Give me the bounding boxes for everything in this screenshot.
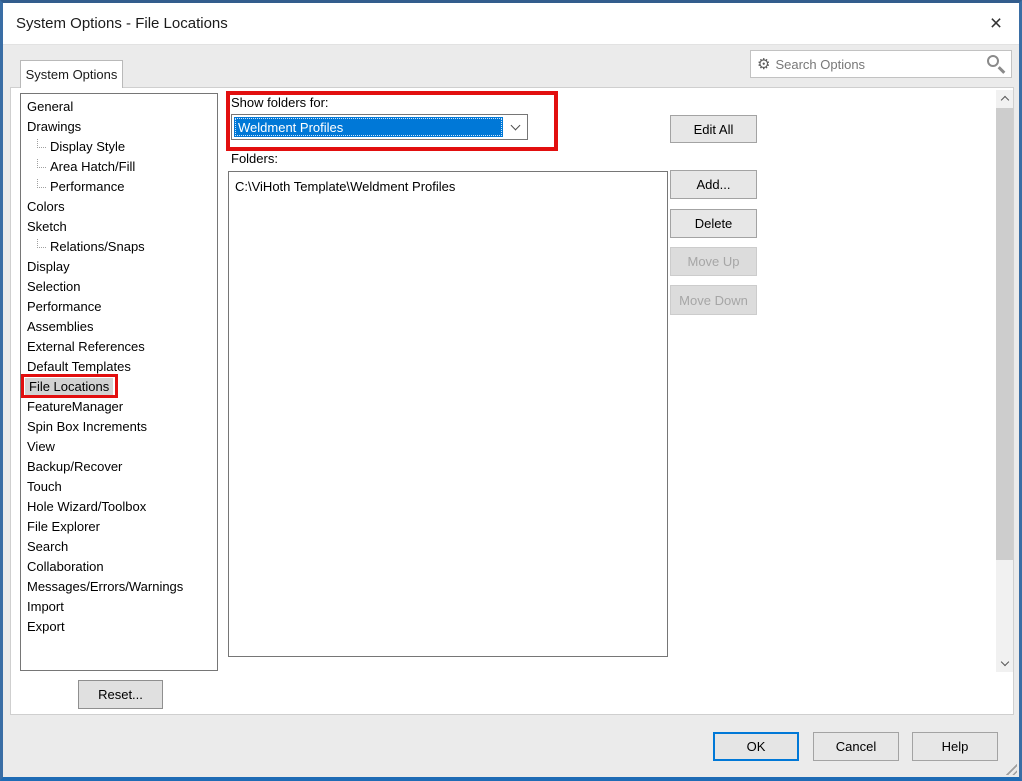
search-icon[interactable] <box>985 53 1007 75</box>
delete-button[interactable]: Delete <box>670 209 757 238</box>
vertical-scrollbar[interactable] <box>996 90 1013 672</box>
scroll-up-button[interactable] <box>996 90 1013 107</box>
move-up-button[interactable]: Move Up <box>670 247 757 276</box>
help-button[interactable]: Help <box>912 732 998 761</box>
cancel-button[interactable]: Cancel <box>813 732 899 761</box>
reset-button[interactable]: Reset... <box>78 680 163 709</box>
sidebar-item-general[interactable]: General <box>21 96 217 116</box>
resize-grip[interactable] <box>1003 761 1017 775</box>
sidebar-item-backup-recover[interactable]: Backup/Recover <box>21 456 217 476</box>
tab-system-options[interactable]: System Options <box>20 60 123 88</box>
sidebar-item-assemblies[interactable]: Assemblies <box>21 316 217 336</box>
folders-label: Folders: <box>231 151 278 166</box>
sidebar-item-collaboration[interactable]: Collaboration <box>21 556 217 576</box>
close-icon: × <box>989 12 1003 35</box>
sidebar-item-default-templates[interactable]: Default Templates <box>21 356 217 376</box>
scrollbar-thumb[interactable] <box>996 108 1013 560</box>
sidebar-item-import[interactable]: Import <box>21 596 217 616</box>
ok-button[interactable]: OK <box>713 732 799 761</box>
search-placeholder: Search Options <box>775 56 866 72</box>
sidebar-item-export[interactable]: Export <box>21 616 217 636</box>
sidebar-item-colors[interactable]: Colors <box>21 196 217 216</box>
gear-icon: ⚙ <box>757 55 771 73</box>
sidebar-item-view[interactable]: View <box>21 436 217 456</box>
add-button[interactable]: Add... <box>670 170 757 199</box>
title-bar: System Options - File Locations × <box>3 3 1019 45</box>
sidebar-item-area-hatch-fill[interactable]: Area Hatch/Fill <box>21 156 217 176</box>
scroll-down-button[interactable] <box>996 655 1013 672</box>
sidebar-item-sketch[interactable]: Sketch <box>21 216 217 236</box>
chevron-up-icon <box>1000 95 1009 105</box>
sidebar-item-external-references[interactable]: External References <box>21 336 217 356</box>
sidebar-item-touch[interactable]: Touch <box>21 476 217 496</box>
tree-line-icon <box>37 138 46 148</box>
move-down-button[interactable]: Move Down <box>670 285 757 315</box>
sidebar-item-relations-snaps[interactable]: Relations/Snaps <box>21 236 217 256</box>
search-input[interactable]: ⚙ Search Options <box>750 50 1012 78</box>
tab-label: System Options <box>25 67 118 82</box>
sidebar-item-featuremanager[interactable]: FeatureManager <box>21 396 217 416</box>
sidebar-item-performance[interactable]: Performance <box>21 176 217 196</box>
system-options-dialog: System Options - File Locations × ⚙ Sear… <box>0 0 1022 781</box>
dropdown-selected-value: Weldment Profiles <box>234 117 503 137</box>
sidebar-item-hole-wizard-toolbox[interactable]: Hole Wizard/Toolbox <box>21 496 217 516</box>
sidebar-item-display[interactable]: Display <box>21 256 217 276</box>
dropdown-arrow-button[interactable] <box>504 115 527 139</box>
show-folders-dropdown[interactable]: Weldment Profiles <box>231 114 528 140</box>
sidebar-item-file-locations[interactable]: File Locations <box>21 376 217 396</box>
close-button[interactable]: × <box>981 9 1011 39</box>
sidebar-item-selection[interactable]: Selection <box>21 276 217 296</box>
show-folders-label: Show folders for: <box>231 95 329 110</box>
chevron-down-icon <box>510 120 521 130</box>
sidebar-item-display-style[interactable]: Display Style <box>21 136 217 156</box>
sidebar-item-search[interactable]: Search <box>21 536 217 556</box>
sidebar-item-messages-errors-warnings[interactable]: Messages/Errors/Warnings <box>21 576 217 596</box>
sidebar-item-performance[interactable]: Performance <box>21 296 217 316</box>
sidebar-item-drawings[interactable]: Drawings <box>21 116 217 136</box>
dialog-title: System Options - File Locations <box>16 15 228 32</box>
folders-list[interactable]: C:\ViHoth Template\Weldment Profiles <box>228 171 668 657</box>
tree-line-icon <box>37 238 46 248</box>
tree-line-icon <box>37 178 46 188</box>
tree-line-icon <box>37 158 46 168</box>
sidebar-list: General Drawings Display Style Area Hatc… <box>20 93 218 671</box>
edit-all-button[interactable]: Edit All <box>670 115 757 143</box>
folder-path-item[interactable]: C:\ViHoth Template\Weldment Profiles <box>229 176 667 196</box>
chevron-down-icon <box>1000 657 1009 667</box>
sidebar-item-file-explorer[interactable]: File Explorer <box>21 516 217 536</box>
sidebar-item-spin-box-increments[interactable]: Spin Box Increments <box>21 416 217 436</box>
